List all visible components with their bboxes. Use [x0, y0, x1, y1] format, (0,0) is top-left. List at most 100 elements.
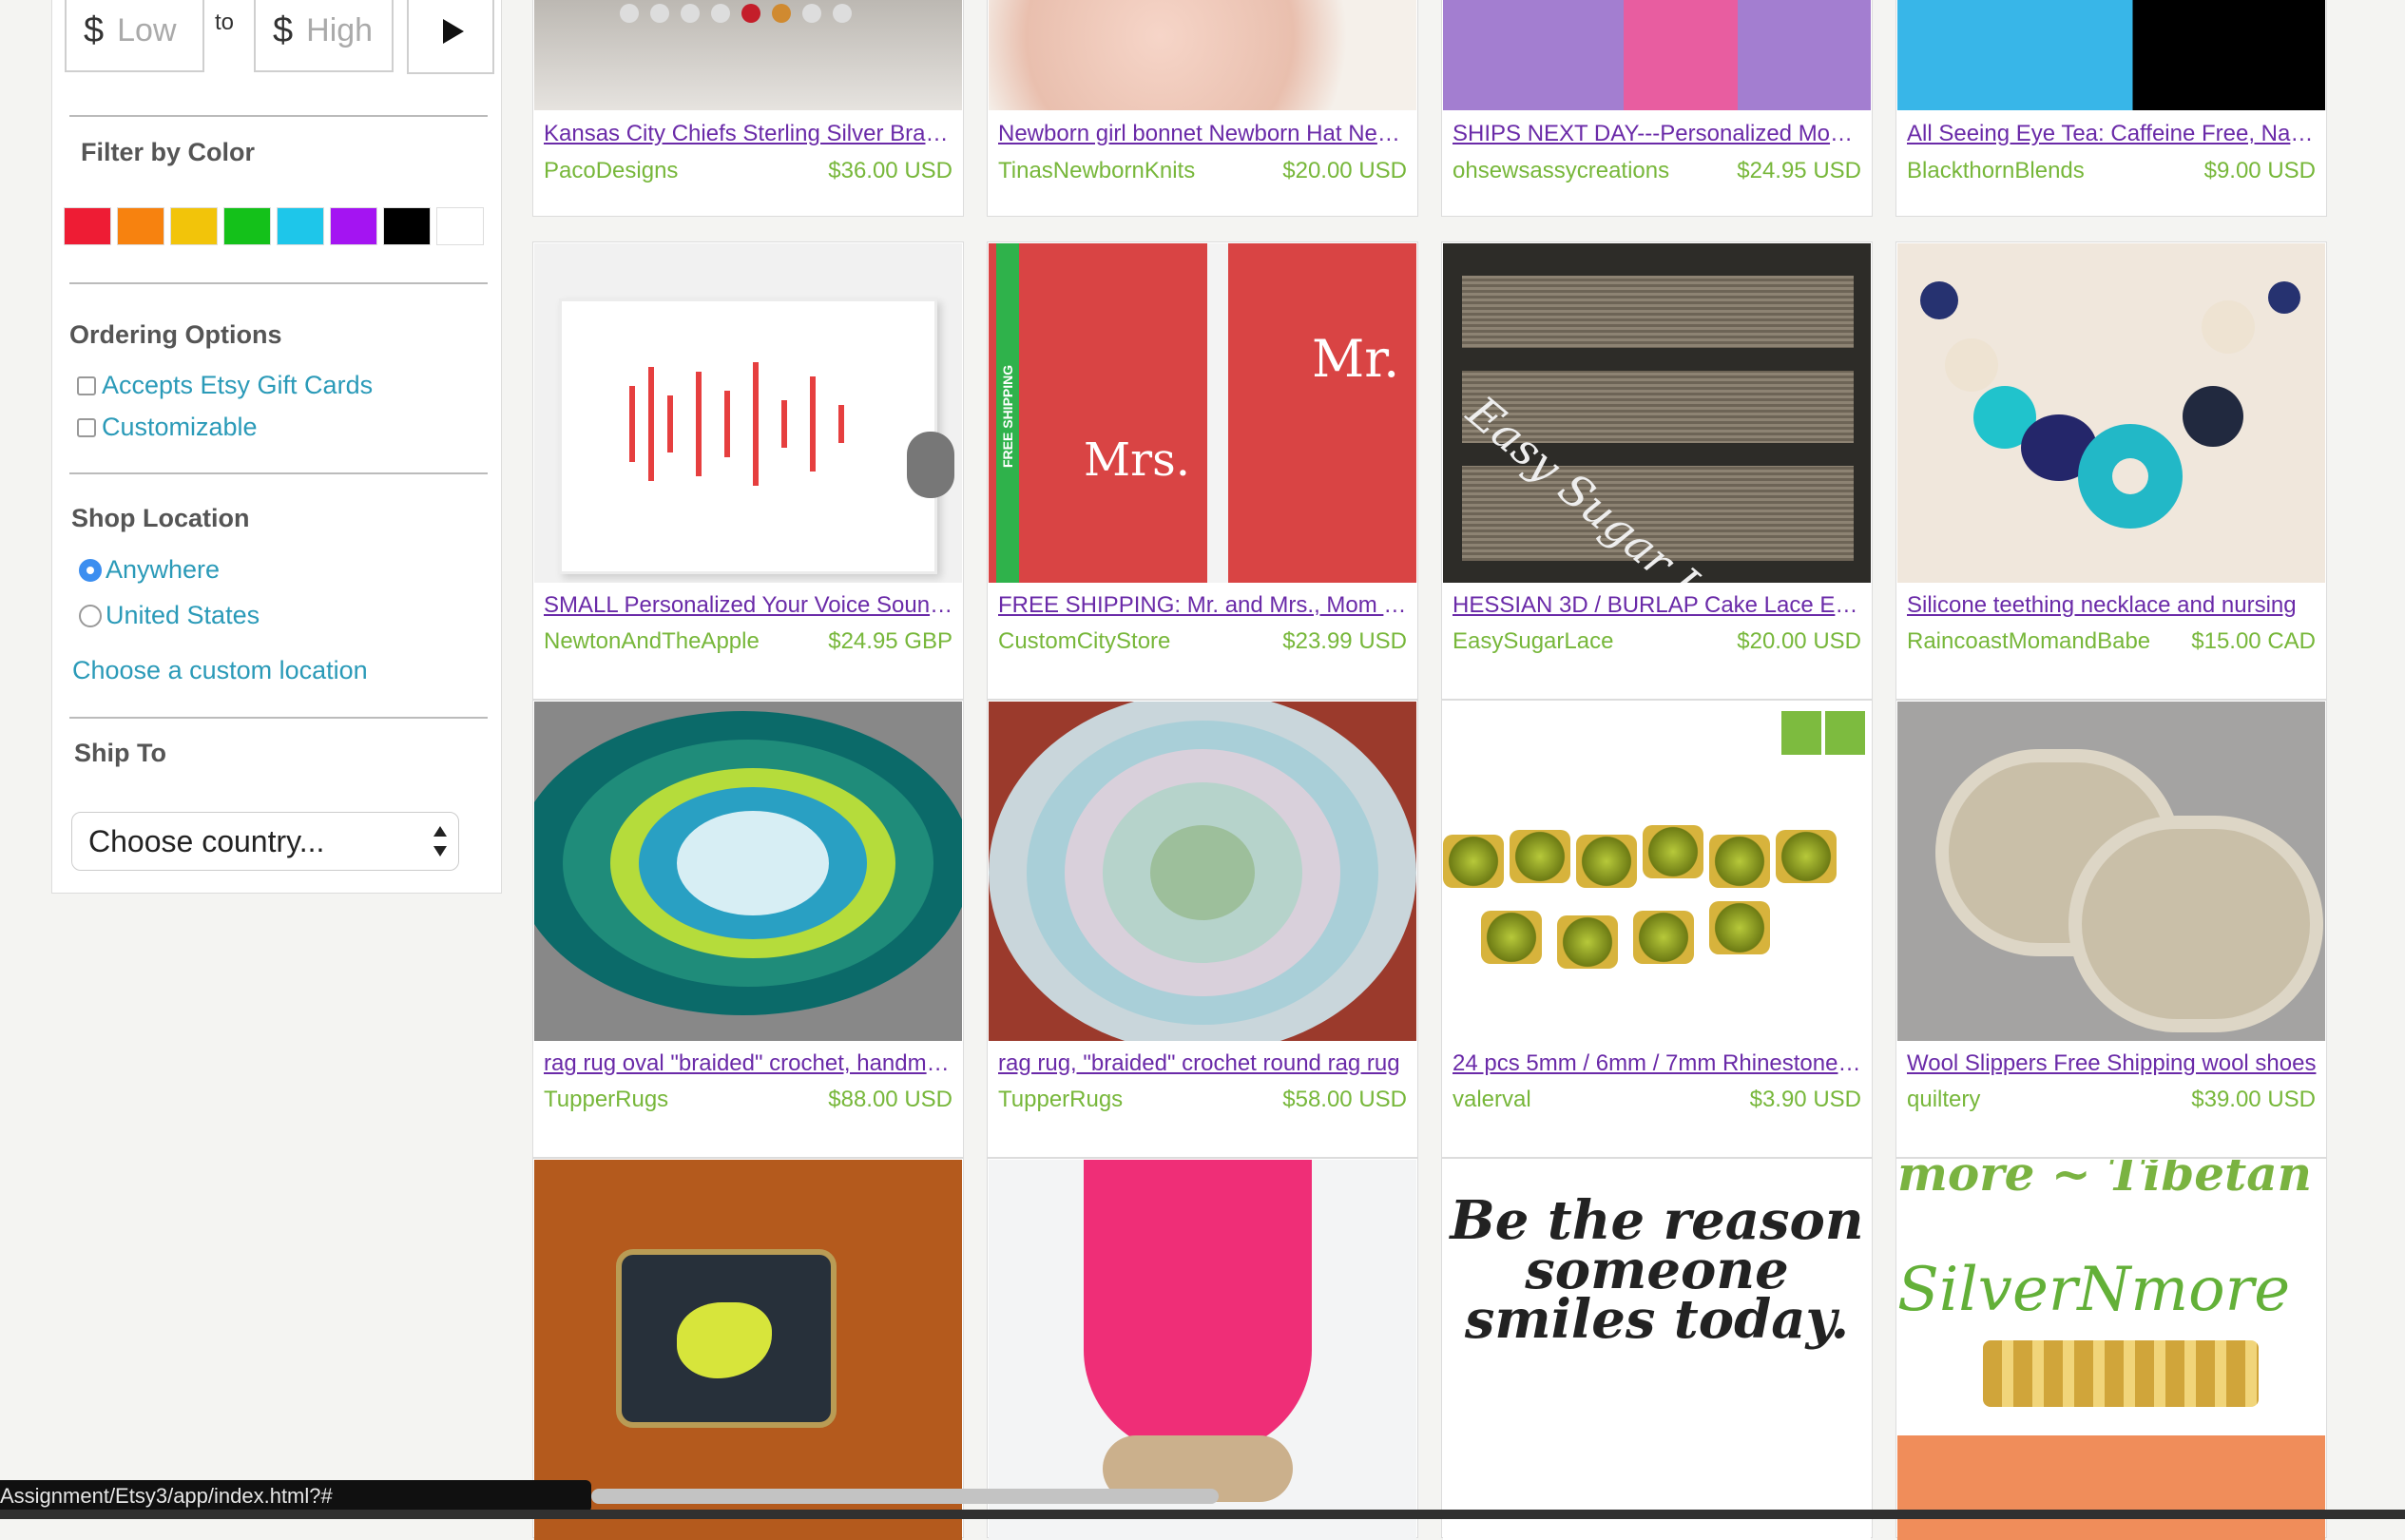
product-card[interactable]: Kansas City Chiefs Sterling Silver Brace… [532, 0, 964, 217]
shop-name-link[interactable]: ohsewsassycreations [1453, 158, 1669, 184]
frame-illustration [559, 298, 937, 574]
checkbox[interactable] [77, 375, 96, 395]
product-price: $15.00 CAD [2191, 628, 2316, 654]
shop-name-link[interactable]: NewtonAndTheApple [544, 628, 760, 655]
product-image[interactable] [534, 1160, 962, 1540]
color-swatch-green[interactable] [223, 207, 271, 245]
product-price: $36.00 USD [828, 158, 952, 183]
checkbox[interactable] [77, 417, 96, 437]
product-title-link[interactable]: FREE SHIPPING: Mr. and Mrs., Mom and Dad [998, 592, 1409, 619]
list-icon-button[interactable] [1781, 711, 1821, 755]
tee-gap [1207, 243, 1228, 583]
product-image[interactable] [1897, 243, 2325, 583]
product-image[interactable] [534, 702, 962, 1041]
shop-name-link[interactable]: PacoDesigns [544, 158, 678, 184]
color-swatch-purple[interactable] [330, 207, 377, 245]
choose-custom-location-link[interactable]: Choose a custom location [72, 656, 368, 685]
product-card[interactable]: SHIPS NEXT DAY---Personalized Monogram o… [1441, 0, 1873, 217]
divider [69, 472, 488, 474]
price-go-button[interactable] [407, 0, 494, 74]
color-swatches [64, 207, 490, 249]
product-image[interactable] [989, 1160, 1416, 1540]
product-card[interactable]: rag rug oval "braided" crochet, handmade… [532, 700, 964, 1158]
option-label: Anywhere [106, 555, 221, 584]
product-card[interactable]: SMALL Personalized Your Voice Sound Wave… [532, 241, 964, 700]
product-title-link[interactable]: rag rug, "braided" crochet round rag rug [998, 1050, 1409, 1077]
filter-sidebar: $ Low to $ High Filter by Color Ordering… [51, 0, 502, 894]
color-swatch-black[interactable] [383, 207, 431, 245]
color-swatch-white[interactable] [436, 207, 484, 245]
shop-name-link[interactable]: TupperRugs [544, 1087, 668, 1113]
horizontal-scrollbar[interactable] [591, 1489, 1219, 1504]
ship-to-country-select[interactable]: Choose country... [71, 812, 459, 871]
product-image[interactable]: Easy Sugar Lace [1443, 243, 1871, 583]
product-image[interactable]: FREE SHIPPING Mrs. Mr. [989, 243, 1416, 583]
product-price: $39.00 USD [2191, 1087, 2316, 1112]
product-card[interactable] [532, 1158, 964, 1540]
product-title-link[interactable]: Silicone teething necklace and nursing [1907, 592, 2318, 619]
product-card[interactable]: Silicone teething necklace and nursing R… [1895, 241, 2327, 700]
radio[interactable] [79, 604, 102, 627]
product-image[interactable] [989, 0, 1416, 110]
color-filter-title: Filter by Color [81, 138, 256, 166]
product-title-link[interactable]: SHIPS NEXT DAY---Personalized Monogram [1453, 121, 1863, 147]
product-card[interactable] [987, 1158, 1418, 1540]
product-title-link[interactable]: HESSIAN 3D / BURLAP Cake Lace Edible [1453, 592, 1863, 619]
play-icon [443, 19, 464, 44]
color-swatch-yellow[interactable] [170, 207, 218, 245]
product-image[interactable] [1897, 0, 2325, 110]
color-swatch-red[interactable] [64, 207, 111, 245]
color-swatch-cyan[interactable] [277, 207, 324, 245]
product-title-link[interactable]: 24 pcs 5mm / 6mm / 7mm Rhinestone Rondel… [1453, 1050, 1863, 1077]
product-price: $24.95 USD [1737, 158, 1861, 183]
brand-logo-text: SilverNmore [1897, 1255, 2291, 1325]
shop-name-link[interactable]: valerval [1453, 1087, 1531, 1113]
product-card[interactable]: rag rug, "braided" crochet round rag rug… [987, 700, 1418, 1158]
product-image[interactable] [1443, 0, 1871, 110]
shop-name-link[interactable]: TupperRugs [998, 1087, 1123, 1113]
shop-name-link[interactable]: TinasNewbornKnits [998, 158, 1195, 184]
product-image[interactable] [1897, 702, 2325, 1041]
free-shipping-banner: FREE SHIPPING [996, 243, 1019, 583]
product-card[interactable]: Easy Sugar Lace HESSIAN 3D / BURLAP Cake… [1441, 241, 1873, 700]
product-card[interactable]: 24 pcs 5mm / 6mm / 7mm Rhinestone Rondel… [1441, 700, 1873, 1158]
product-title-link[interactable]: rag rug oval "braided" crochet, handmade [544, 1050, 954, 1077]
option-customizable[interactable]: Customizable [77, 413, 258, 442]
product-image[interactable]: more ~ Tibetan SilverNmore [1897, 1160, 2325, 1540]
shop-name-link[interactable]: BlackthornBlends [1907, 158, 2085, 184]
shop-name-link[interactable]: EasySugarLace [1453, 628, 1613, 655]
favorite-heart-icon-button[interactable] [1825, 711, 1865, 755]
product-image[interactable] [1443, 702, 1871, 1041]
color-swatch-orange[interactable] [117, 207, 164, 245]
select-arrows-icon [433, 826, 447, 857]
free-shipping-banner-text: FREE SHIPPING [1000, 364, 1015, 468]
price-high-field[interactable]: $ High [254, 0, 394, 72]
product-title-link[interactable]: Kansas City Chiefs Sterling Silver Brace… [544, 121, 954, 147]
product-title-link[interactable]: SMALL Personalized Your Voice Sound Wave [544, 592, 954, 619]
product-image[interactable] [534, 243, 962, 583]
product-card[interactable]: more ~ Tibetan SilverNmore [1895, 1158, 2327, 1540]
product-card[interactable]: Wool Slippers Free Shipping wool shoes q… [1895, 700, 2327, 1158]
location-united-states[interactable]: United States [79, 601, 260, 630]
product-card[interactable]: FREE SHIPPING Mrs. Mr. FREE SHIPPING: Mr… [987, 241, 1418, 700]
product-title-link[interactable]: Wool Slippers Free Shipping wool shoes [1907, 1050, 2318, 1077]
ordering-options-title: Ordering Options [69, 320, 282, 349]
shop-name-link[interactable]: RaincoastMomandBabe [1907, 628, 2150, 655]
option-accepts-gift-cards[interactable]: Accepts Etsy Gift Cards [77, 371, 373, 400]
shop-name-link[interactable]: quiltery [1907, 1087, 1980, 1113]
product-card[interactable]: All Seeing Eye Tea: Caffeine Free, Natur… [1895, 0, 2327, 217]
location-anywhere[interactable]: Anywhere [79, 555, 220, 585]
radio-selected[interactable] [79, 558, 102, 582]
product-card[interactable]: Newborn girl bonnet Newborn Hat Newborn … [987, 0, 1418, 217]
product-title-link[interactable]: All Seeing Eye Tea: Caffeine Free, Natur… [1907, 121, 2318, 147]
product-price: $88.00 USD [828, 1087, 952, 1112]
product-card[interactable]: Be the reason someone smiles today. [1441, 1158, 1873, 1540]
product-image[interactable]: Be the reason someone smiles today. [1443, 1160, 1871, 1540]
price-low-field[interactable]: $ Low [65, 0, 204, 72]
price-to-label: to [215, 10, 235, 35]
brand-banner-text: more ~ Tibetan [1897, 1160, 2312, 1202]
product-image[interactable] [534, 0, 962, 110]
product-image[interactable] [989, 702, 1416, 1041]
shop-name-link[interactable]: CustomCityStore [998, 628, 1170, 655]
product-title-link[interactable]: Newborn girl bonnet Newborn Hat Newborn [998, 121, 1409, 147]
